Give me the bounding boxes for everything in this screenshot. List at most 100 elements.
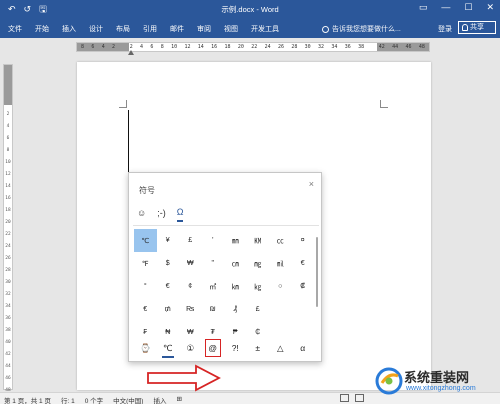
recent-symbol-cell[interactable]: α xyxy=(292,337,315,359)
tab-design[interactable]: 设计 xyxy=(89,24,103,34)
horizontal-ruler[interactable]: 8 6 4 2 2 4 6 8 10 12 14 16 18 20 22 24 26 28 30 32 34 36 38 42… xyxy=(76,42,430,55)
language[interactable]: 中文(中国) xyxy=(113,395,143,404)
symbol-cell[interactable]: ¤ xyxy=(292,229,315,252)
symbol-cell[interactable]: ₥ xyxy=(157,298,180,321)
ruler-tick-label: 6 xyxy=(91,44,95,50)
read-mode-icon[interactable] xyxy=(340,394,349,402)
panel-title: 符号 xyxy=(139,186,155,195)
ruler-tick-label: 4 xyxy=(6,124,10,129)
print-layout-icon[interactable] xyxy=(355,394,364,402)
ruler-tick-label: 46 xyxy=(5,376,11,381)
symbol-cell[interactable]: ° xyxy=(134,275,157,298)
ruler-tick-label: 40 xyxy=(5,340,11,345)
word-count[interactable]: 0 个字 xyxy=(85,395,103,404)
symbol-cell[interactable]: $ xyxy=(157,252,180,275)
symbol-cell[interactable]: ㏕ xyxy=(269,252,292,275)
symbol-cell[interactable]: ○ xyxy=(269,275,292,298)
symbol-cell[interactable]: £ xyxy=(247,298,270,321)
window-controls: ▭ — ☐ ✕ xyxy=(419,2,494,13)
emoji-icon[interactable]: ☺ xyxy=(137,208,146,221)
ruler-tick-label: 44 xyxy=(392,44,399,50)
tab-insert[interactable]: 插入 xyxy=(62,24,76,34)
tab-home[interactable]: 开始 xyxy=(35,24,49,34)
view-buttons xyxy=(340,394,364,402)
symbol-cell[interactable]: £ xyxy=(179,229,202,252)
symbol-cell[interactable]: ㎜ xyxy=(224,229,247,252)
login-link[interactable]: 登录 xyxy=(438,24,452,34)
recent-symbol-cell[interactable]: ① xyxy=(179,337,202,359)
symbol-cell[interactable]: ¢ xyxy=(179,275,202,298)
tell-me-text: 告诉我您想要做什么... xyxy=(332,26,401,33)
minimize-icon[interactable]: — xyxy=(441,2,450,13)
ruler-tick-label: 46 xyxy=(405,44,412,50)
ruler-tick-label: 34 xyxy=(331,44,338,50)
tab-developer[interactable]: 开发工具 xyxy=(251,24,279,34)
symbol-cell[interactable]: ㎎ xyxy=(247,252,270,275)
recent-symbol-cell[interactable]: @ xyxy=(204,339,221,357)
clock-icon[interactable]: ⌚ xyxy=(134,337,157,359)
symbol-grid: ℃ ¥ £ ' ㎜㏎㏄ ¤ ℉ $ ₩ " ㎝㎎㏕ € ° € ¢ ㎡㎞㎏ ○ ₡ € ₥ ₨ ₪ ₰ £ ₣ ₦ ₩ ₮ ₱ ₵ xyxy=(134,229,314,344)
line-number: 行: 1 xyxy=(60,398,75,404)
symbol-cell[interactable]: ㎞ xyxy=(224,275,247,298)
macro-icon[interactable]: ⊞ xyxy=(176,395,181,404)
symbol-cell[interactable]: € xyxy=(157,275,180,298)
symbol-categories: ☺ ;-) Ω xyxy=(137,207,184,222)
ribbon: 文件 开始 插入 设计 布局 引用 邮件 审阅 视图 开发工具 告诉我您想要做什… xyxy=(0,18,500,38)
symbol-cell[interactable]: € xyxy=(134,298,157,321)
recent-symbol-cell[interactable]: ± xyxy=(247,337,270,359)
symbol-panel: 符号 × ☺ ;-) Ω ℃ ¥ £ ' ㎜㏎㏄ ¤ ℉ $ ₩ " ㎝㎎㏕ € ° € ¢ ㎡㎞㎏ ○ ₡ € ₥ ₨… xyxy=(128,172,322,362)
symbol-cell[interactable]: ₰ xyxy=(224,298,247,321)
symbol-cell[interactable]: € xyxy=(292,252,315,275)
ruler-tick-label: 6 xyxy=(150,44,154,50)
symbol-cell[interactable] xyxy=(292,298,315,321)
ruler-area: 8 6 4 2 2 4 6 8 10 12 14 16 18 20 22 24 26 28 30 32 34 36 38 42… xyxy=(0,38,500,56)
ruler-tick-label: 22 xyxy=(251,44,258,50)
ruler-tick-label: 24 xyxy=(264,44,271,50)
tab-view[interactable]: 视图 xyxy=(224,24,238,34)
symbol-cell[interactable]: ㏎ xyxy=(247,229,270,252)
symbol-cell[interactable]: ㎡ xyxy=(202,275,225,298)
ruler-tick-label: 8 xyxy=(81,44,85,50)
vertical-ruler[interactable]: 2 4 6 8 10 12 14 16 18 20 22 24 26 28 30 32 34 36 38 40 42 44… xyxy=(3,64,13,393)
ruler-tick-label: 32 xyxy=(5,292,11,297)
symbol-icon[interactable]: Ω xyxy=(176,207,184,222)
tab-file[interactable]: 文件 xyxy=(8,24,22,34)
symbol-cell[interactable]: ㎏ xyxy=(247,275,270,298)
share-button[interactable]: 共享 xyxy=(458,21,496,34)
panel-scrollbar[interactable] xyxy=(316,237,318,307)
symbol-cell[interactable]: ' xyxy=(202,229,225,252)
ruler-tick-label: 34 xyxy=(5,304,11,309)
close-icon[interactable]: ✕ xyxy=(486,2,494,13)
tab-references[interactable]: 引用 xyxy=(143,24,157,34)
maximize-icon[interactable]: ☐ xyxy=(464,2,472,13)
symbol-cell[interactable]: ℉ xyxy=(134,252,157,275)
ruler-tick-label: 24 xyxy=(5,244,11,249)
insert-mode[interactable]: 插入 xyxy=(153,395,166,404)
symbol-cell[interactable]: ₩ xyxy=(179,252,202,275)
tab-mailings[interactable]: 邮件 xyxy=(170,24,184,34)
symbol-cell[interactable]: " xyxy=(202,252,225,275)
tell-me-box[interactable]: 告诉我您想要做什么... xyxy=(322,24,401,34)
page-count[interactable]: 第 1 页，共 1 页 xyxy=(4,395,51,404)
recent-symbol-cell[interactable]: △ xyxy=(269,337,292,359)
symbol-cell[interactable]: ₪ xyxy=(202,298,225,321)
indent-marker-icon[interactable] xyxy=(128,50,134,55)
symbol-cell[interactable]: ㏄ xyxy=(269,229,292,252)
symbol-cell[interactable]: ¥ xyxy=(157,229,180,252)
ribbon-display-icon[interactable]: ▭ xyxy=(419,2,428,13)
symbol-cell[interactable]: ℃ xyxy=(134,229,157,252)
recent-symbol-cell[interactable]: ?! xyxy=(224,337,247,359)
ruler-tick-label: 18 xyxy=(5,208,11,213)
symbol-cell[interactable]: ₡ xyxy=(292,275,315,298)
symbol-cell[interactable]: ₨ xyxy=(179,298,202,321)
recent-symbol-cell[interactable]: ℃ xyxy=(157,337,180,359)
tab-layout[interactable]: 布局 xyxy=(116,24,130,34)
symbol-cell[interactable] xyxy=(269,298,292,321)
title-bar: ↶ ↺ 🖫 示例.docx - Word ▭ — ☐ ✕ xyxy=(0,0,500,18)
ruler-tick-label: 38 xyxy=(358,44,365,50)
kaomoji-icon[interactable]: ;-) xyxy=(157,208,166,221)
recent-symbols: ⌚ ℃ ① @?! ± △ α xyxy=(134,337,314,359)
close-icon[interactable]: × xyxy=(309,179,314,189)
tab-review[interactable]: 审阅 xyxy=(197,24,211,34)
symbol-cell[interactable]: ㎝ xyxy=(224,252,247,275)
